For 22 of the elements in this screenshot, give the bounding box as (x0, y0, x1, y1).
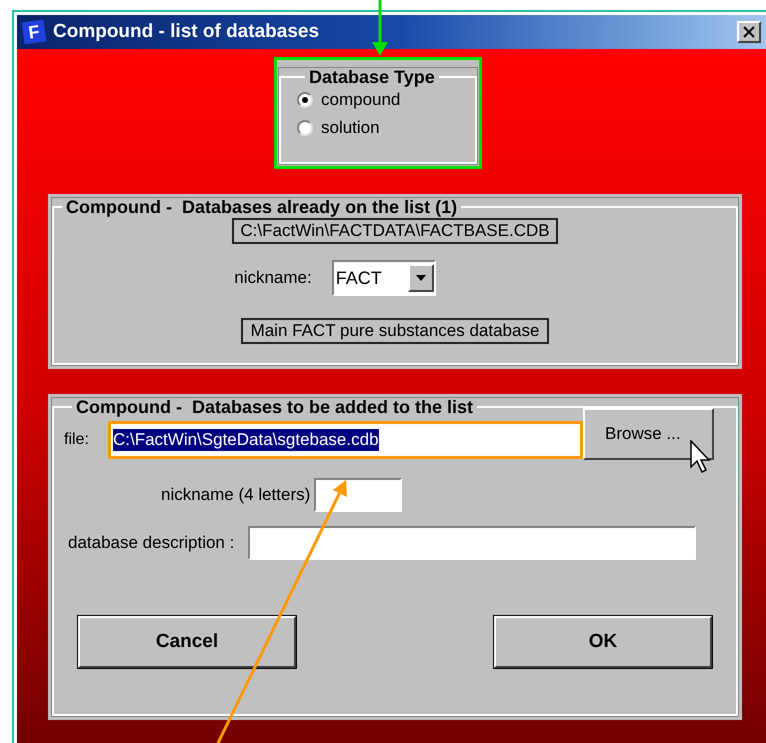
dialog-button[interactable]: Cancel (78, 616, 296, 668)
nickname-label: nickname: (234, 267, 312, 290)
dialog-button[interactable]: OK (494, 616, 712, 668)
file-label: file: (64, 430, 90, 450)
radio-button[interactable] (297, 92, 313, 108)
close-icon (743, 26, 755, 38)
nickname-label: nickname (4 letters) (161, 484, 310, 506)
browse-button[interactable]: Browse ... (583, 408, 714, 460)
database-path: C:\FactWin\FACTDATA\FACTBASE.CDB (232, 218, 558, 244)
nickname-field[interactable] (314, 478, 402, 512)
description-field[interactable] (248, 526, 696, 560)
app-logo-icon: F (22, 20, 46, 44)
description-label: database description : (68, 532, 234, 554)
radio-button[interactable] (297, 120, 313, 136)
radio-option[interactable]: compound (297, 86, 459, 114)
radio-option[interactable]: solution (297, 114, 459, 142)
database-description: Main FACT pure substances database (240, 318, 550, 344)
window-title: Compound - list of databases (53, 20, 320, 44)
nickname-dropdown[interactable]: FACT (332, 260, 436, 296)
close-button[interactable] (737, 21, 761, 43)
mouse-pointer-icon (690, 440, 712, 474)
file-field[interactable]: C:\FactWin\SgteData\sgtebase.cdb (111, 424, 580, 456)
